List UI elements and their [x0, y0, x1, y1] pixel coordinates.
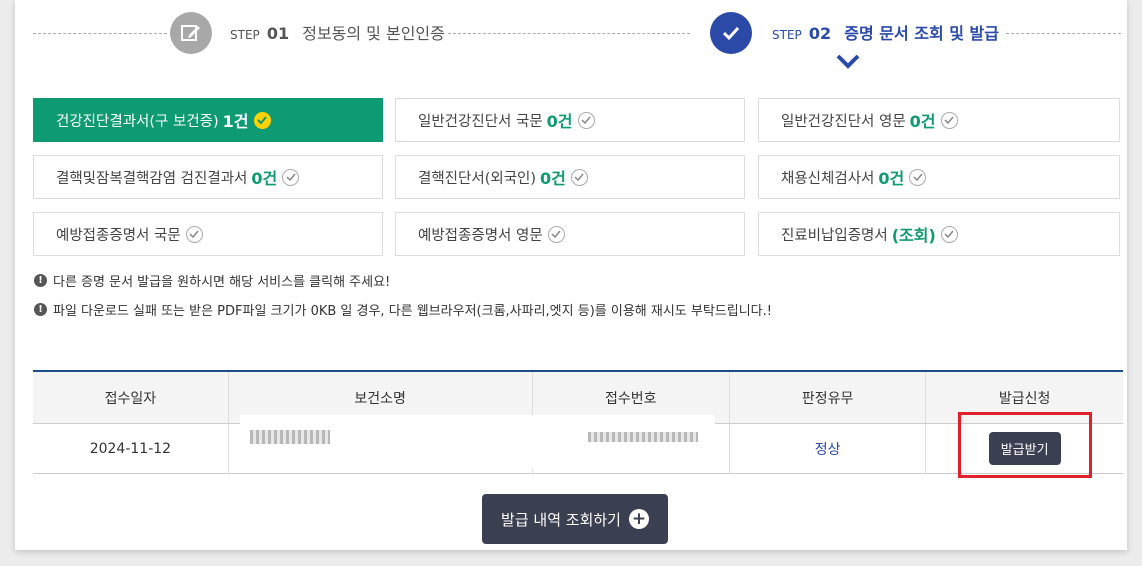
step-label: 정보동의 및 본인인증 — [302, 24, 445, 43]
check-icon — [710, 12, 752, 54]
step-prefix: STEP — [772, 28, 802, 42]
doc-medical-payment[interactable]: 진료비납입증명서 (조회) — [758, 212, 1120, 256]
check-circle-icon — [547, 225, 565, 243]
doc-count: 0건 — [909, 112, 936, 131]
doc-count: (조회) — [891, 226, 936, 245]
doc-label: 예방접종증명서 영문 — [418, 227, 543, 244]
doc-count: 1건 — [222, 112, 249, 131]
step-divider — [1006, 33, 1121, 34]
doc-label: 건강진단결과서(구 보건증) — [56, 113, 219, 130]
doc-employment-exam[interactable]: 채용신체검사서 0건 — [758, 155, 1120, 199]
doc-vaccination-en[interactable]: 예방접종증명서 영문 — [395, 212, 745, 256]
history-button[interactable]: 발급 내역 조회하기 + — [482, 494, 668, 544]
doc-vaccination-kr[interactable]: 예방접종증명서 국문 — [33, 212, 383, 256]
doc-label: 결핵진단서(외국인) — [418, 170, 537, 187]
cell-date: 2024-11-12 — [33, 423, 229, 474]
doc-tb-foreigner[interactable]: 결핵진단서(외국인) 0건 — [395, 155, 745, 199]
doc-count: 0건 — [251, 169, 278, 188]
cell-verdict: 정상 — [728, 423, 926, 474]
doc-label: 채용신체검사서 — [781, 170, 875, 187]
step-number: 02 — [808, 24, 832, 43]
step-divider — [33, 33, 167, 34]
doc-general-en[interactable]: 일반건강진단서 영문 0건 — [758, 98, 1120, 142]
notice-text: 다른 증명 문서 발급을 원하시면 해당 서비스를 클릭해 주세요! — [53, 275, 391, 290]
redacted-center — [250, 430, 330, 444]
doc-count: 0건 — [540, 169, 566, 188]
step-label: 증명 문서 조회 및 발급 — [844, 24, 999, 43]
doc-tb-screening[interactable]: 결핵및잠복결핵감염 검진결과서 0건 — [33, 155, 383, 199]
doc-label: 예방접종증명서 국문 — [56, 227, 181, 244]
check-circle-icon — [940, 111, 958, 129]
notice-text: 파일 다운로드 실패 또는 받은 PDF파일 크기가 0KB 일 경우, 다른 … — [53, 304, 772, 319]
doc-label: 결핵및잠복결핵감염 검진결과서 — [56, 170, 248, 187]
step-number: 01 — [266, 24, 290, 43]
history-button-label: 발급 내역 조회하기 — [501, 510, 621, 529]
doc-label: 일반건강진단서 국문 — [418, 113, 543, 130]
doc-count: 0건 — [878, 169, 905, 188]
th-date: 접수일자 — [33, 370, 229, 424]
pencil-icon — [170, 12, 212, 54]
th-verdict: 판정유무 — [728, 370, 926, 424]
notice-line: ! 다른 증명 문서 발급을 원하시면 해당 서비스를 클릭해 주세요! — [34, 271, 390, 290]
highlight-box — [958, 412, 1092, 478]
step-01: STEP 01 정보동의 및 본인인증 — [230, 20, 445, 44]
check-circle-icon — [185, 225, 203, 243]
check-circle-icon — [570, 168, 588, 186]
check-circle-icon — [909, 168, 927, 186]
check-circle-icon — [253, 111, 271, 129]
step-02: STEP 02 증명 문서 조회 및 발급 — [772, 20, 999, 44]
doc-label: 일반건강진단서 영문 — [781, 113, 906, 130]
check-circle-icon — [940, 225, 958, 243]
alert-icon: ! — [34, 303, 47, 316]
step-divider — [448, 33, 690, 34]
alert-icon: ! — [34, 274, 47, 287]
step-prefix: STEP — [230, 28, 260, 42]
doc-health-certificate[interactable]: 건강진단결과서(구 보건증) 1건 — [33, 98, 383, 142]
check-circle-icon — [282, 168, 300, 186]
doc-label: 진료비납입증명서 — [781, 227, 888, 244]
plus-circle-icon: + — [628, 509, 649, 529]
check-circle-icon — [577, 111, 595, 129]
notice-line: ! 파일 다운로드 실패 또는 받은 PDF파일 크기가 0KB 일 경우, 다… — [34, 300, 772, 319]
doc-general-kr[interactable]: 일반건강진단서 국문 0건 — [395, 98, 745, 142]
chevron-down-icon — [836, 54, 860, 69]
doc-count: 0건 — [546, 112, 573, 131]
redacted-receipt — [588, 432, 698, 442]
